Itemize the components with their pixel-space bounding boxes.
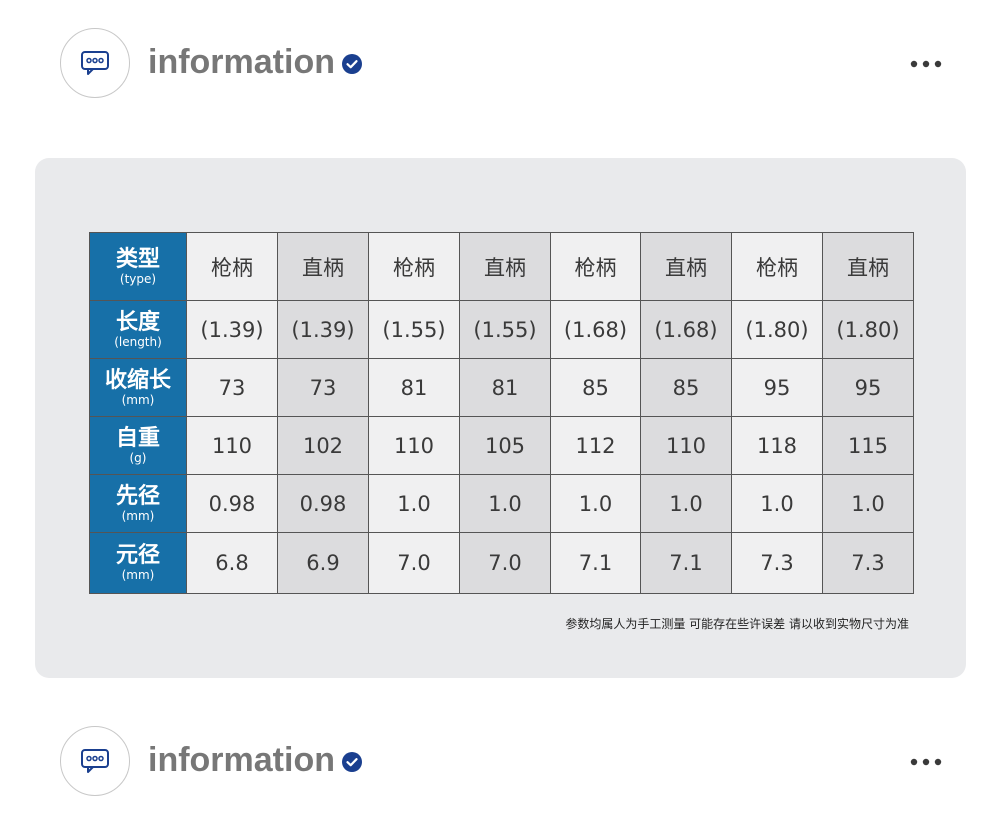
table-cell: 6.9 — [277, 532, 369, 594]
table-row: 长度 (length) (1.39) (1.39) (1.55) (1.55) (1.68)… — [89, 300, 914, 359]
row-header: 收缩长 (mm) — [89, 358, 187, 417]
table-row: 收缩长 (mm) 73 73 81 81 85 85 95 95 — [89, 358, 914, 417]
row-header-label: 类型 — [115, 246, 160, 272]
table-cell: 直柄 — [277, 232, 369, 301]
table-cell: (1.55) — [368, 300, 460, 359]
row-header: 元径 (mm) — [89, 532, 187, 594]
table-cell: (1.55) — [459, 300, 551, 359]
row-header-label: 元径 — [115, 543, 160, 568]
row-header-unit: (length) — [114, 334, 162, 349]
chat-bubble-icon — [81, 51, 109, 75]
table-cell: 73 — [186, 358, 278, 417]
table-cell: 81 — [368, 358, 460, 417]
account-name[interactable]: information — [148, 42, 335, 82]
row-header-unit: (mm) — [121, 568, 155, 582]
table-cell: 7.0 — [459, 532, 551, 594]
table-cell: 枪柄 — [186, 232, 278, 301]
table-cell: 112 — [550, 416, 641, 475]
table-cell: 110 — [186, 416, 278, 475]
table-cell: 直柄 — [640, 232, 732, 301]
table-row: 自重 (g) 110 102 110 105 112 110 118 115 — [89, 416, 914, 475]
table-cell: 0.98 — [277, 474, 369, 533]
table-cell: 6.8 — [186, 532, 278, 594]
row-header-label: 长度 — [115, 309, 160, 335]
table-cell: 1.0 — [459, 474, 551, 533]
row-header-label: 自重 — [115, 425, 160, 451]
table-cell: 73 — [277, 358, 369, 417]
row-header-label: 先径 — [115, 483, 160, 509]
post-header-bottom: information — [0, 726, 1000, 798]
row-header-unit: (g) — [129, 450, 147, 465]
account-name[interactable]: information — [148, 740, 335, 780]
table-cell: 110 — [640, 416, 732, 475]
table-cell: 85 — [550, 358, 641, 417]
row-header: 类型 (type) — [89, 232, 187, 301]
verified-check-icon — [342, 752, 362, 772]
table-cell: (1.80) — [731, 300, 823, 359]
table-row: 先径 (mm) 0.98 0.98 1.0 1.0 1.0 1.0 1.0 1.0 — [89, 474, 914, 533]
spec-card: 类型 (type) 枪柄 直柄 枪柄 直柄 枪柄 直柄 枪柄 直柄 长度 (length) (1.39)… — [35, 158, 966, 678]
table-cell: 枪柄 — [731, 232, 823, 301]
spec-table: 类型 (type) 枪柄 直柄 枪柄 直柄 枪柄 直柄 枪柄 直柄 长度 (length) (1.39)… — [89, 232, 914, 594]
table-cell: 102 — [277, 416, 369, 475]
table-cell: 枪柄 — [550, 232, 641, 301]
row-header-unit: (type) — [119, 271, 157, 286]
table-cell: 1.0 — [550, 474, 641, 533]
row-header-unit: (mm) — [121, 508, 155, 523]
row-header: 长度 (length) — [89, 300, 187, 359]
row-header: 先径 (mm) — [89, 474, 187, 533]
avatar[interactable] — [60, 28, 130, 98]
post-header-top: information — [0, 28, 1000, 100]
table-cell: 1.0 — [822, 474, 914, 533]
table-cell: 0.98 — [186, 474, 278, 533]
table-cell: 7.3 — [731, 532, 823, 594]
table-cell: 95 — [822, 358, 914, 417]
table-cell: (1.68) — [640, 300, 732, 359]
table-cell: 110 — [368, 416, 460, 475]
avatar[interactable] — [60, 726, 130, 796]
more-options-button[interactable] — [906, 748, 946, 776]
table-cell: 直柄 — [822, 232, 914, 301]
table-cell: 7.3 — [822, 532, 914, 594]
table-cell: (1.80) — [822, 300, 914, 359]
table-row: 类型 (type) 枪柄 直柄 枪柄 直柄 枪柄 直柄 枪柄 直柄 — [89, 232, 914, 301]
table-cell: 1.0 — [368, 474, 460, 533]
table-cell: 95 — [731, 358, 823, 417]
table-cell: 85 — [640, 358, 732, 417]
more-options-icon — [910, 60, 942, 68]
table-cell: 118 — [731, 416, 823, 475]
row-header-label: 收缩长 — [104, 367, 171, 393]
table-cell: 1.0 — [640, 474, 732, 533]
table-cell: (1.68) — [550, 300, 641, 359]
table-row: 元径 (mm) 6.8 6.9 7.0 7.0 7.1 7.1 7.3 7.3 — [89, 532, 914, 594]
measurement-note: 参数均属人为手工测量 可能存在些许误差 请以收到实物尺寸为准 — [565, 617, 909, 631]
table-cell: 7.1 — [640, 532, 732, 594]
table-cell: 115 — [822, 416, 914, 475]
table-cell: (1.39) — [277, 300, 369, 359]
table-cell: 105 — [459, 416, 551, 475]
table-cell: (1.39) — [186, 300, 278, 359]
row-header: 自重 (g) — [89, 416, 187, 475]
more-options-button[interactable] — [906, 50, 946, 78]
table-cell: 枪柄 — [368, 232, 460, 301]
verified-check-icon — [342, 54, 362, 74]
row-header-unit: (mm) — [121, 392, 155, 407]
more-options-icon — [910, 758, 942, 766]
table-cell: 7.0 — [368, 532, 460, 594]
table-cell: 1.0 — [731, 474, 823, 533]
chat-bubble-icon — [81, 749, 109, 773]
table-cell: 81 — [459, 358, 551, 417]
table-cell: 直柄 — [459, 232, 551, 301]
table-cell: 7.1 — [550, 532, 641, 594]
